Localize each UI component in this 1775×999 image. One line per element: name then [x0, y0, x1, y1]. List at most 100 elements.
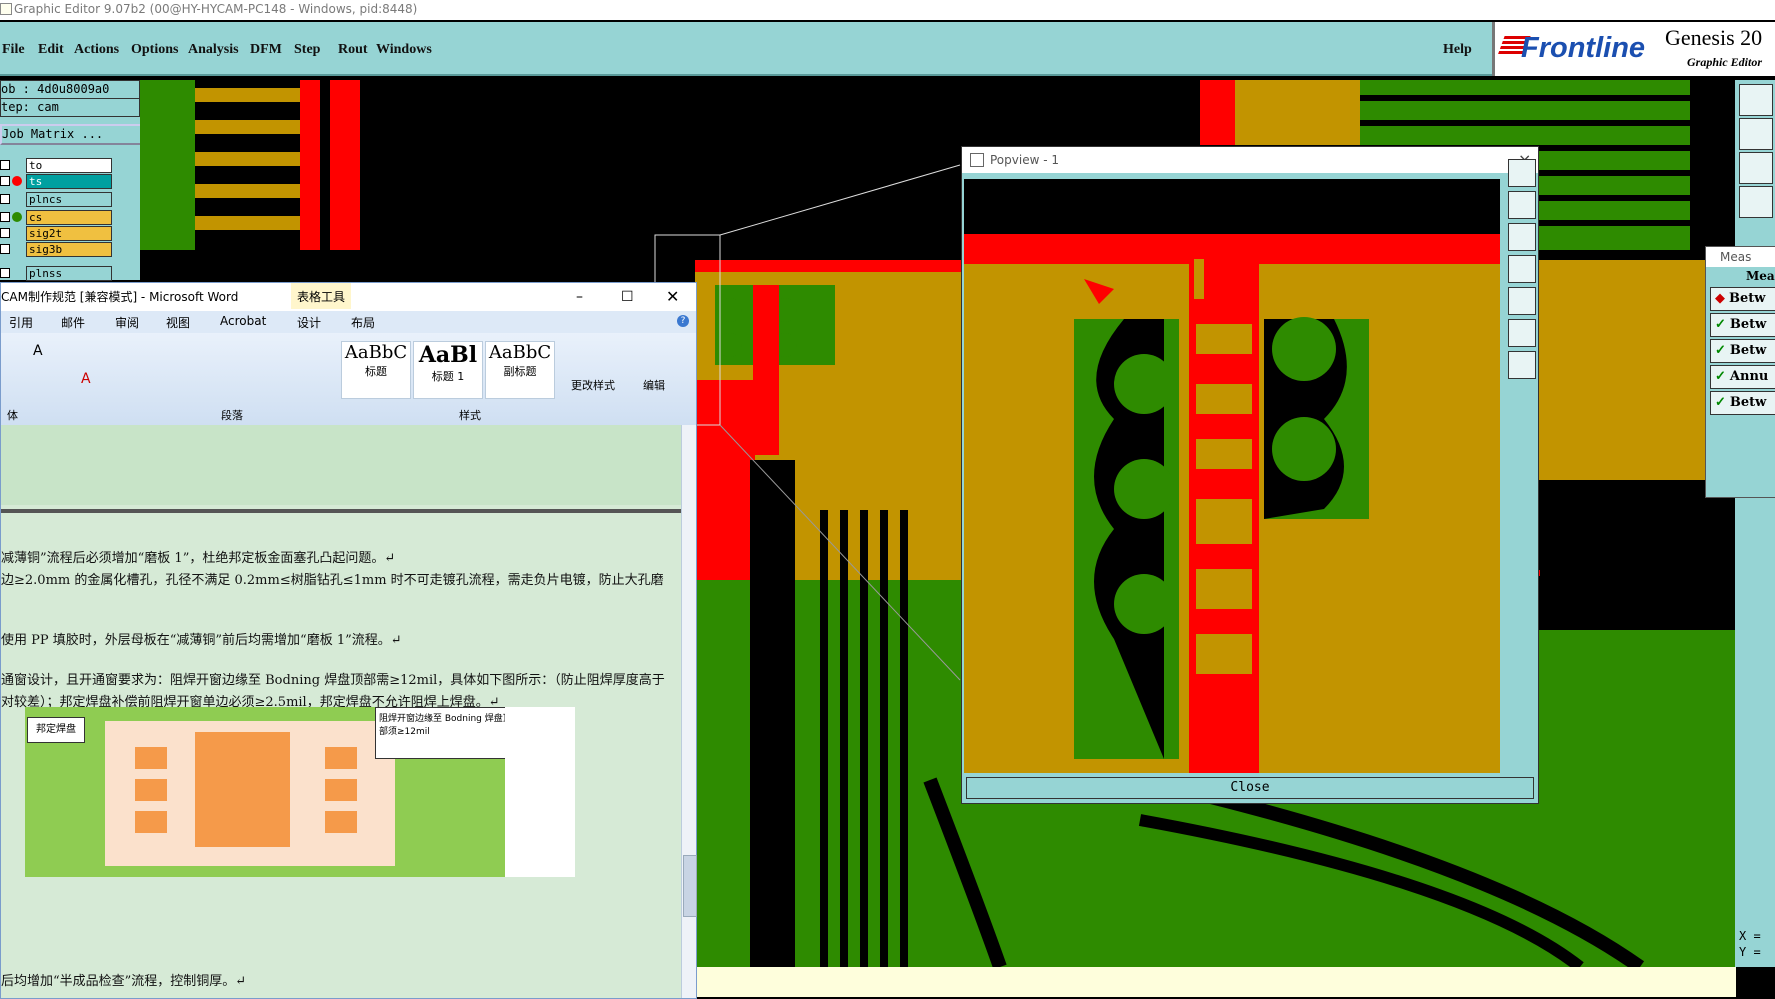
- layer-row[interactable]: to: [0, 158, 112, 173]
- popview-canvas[interactable]: [964, 179, 1500, 773]
- word-window: CAM制作规范 [兼容模式] - Microsoft Word 表格工具 – ☐…: [0, 282, 697, 999]
- zoom-in-icon[interactable]: [1508, 159, 1536, 187]
- menu-step[interactable]: Step: [294, 42, 320, 58]
- layer-checkbox[interactable]: [0, 212, 10, 222]
- job-matrix-button[interactable]: Job Matrix ...: [0, 124, 142, 145]
- layer-row[interactable]: sig3b: [0, 242, 112, 257]
- edit-button[interactable]: 编辑: [643, 377, 665, 393]
- minimize-icon[interactable]: –: [576, 283, 583, 311]
- doc-line: 边≥2.0mm 的金属化槽孔，孔径不满足 0.2mm≤树脂钻孔≤1mm 时不可走…: [1, 573, 664, 588]
- figure-label-left: 邦定焊盘: [27, 717, 85, 743]
- popview-title: Popview - 1: [990, 153, 1059, 167]
- style-title[interactable]: AaBbC 标题: [341, 341, 411, 399]
- pan-left-icon[interactable]: [1508, 255, 1536, 283]
- layer-row[interactable]: sig2t: [0, 226, 112, 241]
- menu-dfm[interactable]: DFM: [250, 42, 282, 58]
- popview-close-button[interactable]: Close: [966, 777, 1534, 799]
- style-heading1[interactable]: AaBl 标题 1: [413, 341, 483, 399]
- layer-name: to: [26, 158, 112, 173]
- measure-option[interactable]: ✓ Betw: [1710, 391, 1775, 415]
- toolbar-button[interactable]: [1739, 186, 1773, 218]
- doc-line: 后均增加“半成品检查”流程，控制铜厚。↵: [1, 974, 247, 989]
- center-icon[interactable]: [1508, 351, 1536, 379]
- pan-right-icon[interactable]: [1508, 287, 1536, 315]
- figure-pad: [325, 747, 357, 769]
- measure-panel: Meas Mea ◆ Betw ✓ Betw ✓ Betw ✓ Annu ✓ Betw: [1705, 246, 1775, 498]
- tab-design[interactable]: 设计: [297, 314, 321, 331]
- coord-x: X =: [1739, 929, 1761, 943]
- figure-margin: [505, 707, 575, 877]
- layer-checkbox[interactable]: [0, 160, 10, 170]
- window-titlebar: Graphic Editor 9.07b2 (00@HY-HYCAM-PC148…: [0, 0, 1775, 20]
- layer-row[interactable]: ts: [0, 174, 112, 189]
- tab-references[interactable]: 引用: [9, 314, 33, 331]
- popview-window: Popview - 1 × Close: [961, 146, 1539, 804]
- menu-analysis[interactable]: Analysis: [188, 42, 239, 58]
- layer-row[interactable]: plncs: [0, 192, 112, 207]
- layer-checkbox[interactable]: [0, 176, 10, 186]
- menu-rout[interactable]: Rout: [338, 42, 368, 58]
- product-name: Genesis 20: [1665, 25, 1763, 50]
- measure-title: Meas: [1706, 247, 1775, 267]
- zoom-out-icon[interactable]: [1508, 191, 1536, 219]
- menu-options[interactable]: Options: [131, 42, 178, 58]
- coord-y: Y =: [1739, 945, 1761, 959]
- layer-checkbox[interactable]: [0, 244, 10, 254]
- measure-option[interactable]: ✓ Betw: [1710, 313, 1775, 337]
- layer-name: sig3b: [26, 242, 112, 257]
- tab-review[interactable]: 审阅: [115, 314, 139, 331]
- layer-checkbox[interactable]: [0, 268, 10, 278]
- vertical-scrollbar[interactable]: [681, 425, 697, 998]
- pan-down-icon[interactable]: [1508, 223, 1536, 251]
- doc-line: 减薄铜”流程后必须增加“磨板 1”，杜绝邦定板金面塞孔凸起问题。↵: [1, 551, 396, 566]
- layer-name: plncs: [26, 192, 112, 207]
- figure-chip: [195, 732, 290, 847]
- change-styles-button[interactable]: 更改样式: [571, 377, 615, 393]
- layer-row[interactable]: plnss: [0, 266, 112, 281]
- menu-help[interactable]: Help: [1443, 42, 1472, 58]
- measure-header: Mea: [1746, 269, 1775, 283]
- close-icon[interactable]: ✕: [666, 283, 679, 311]
- tab-view[interactable]: 视图: [166, 314, 190, 331]
- tab-layout[interactable]: 布局: [351, 314, 375, 331]
- measure-option[interactable]: ◆ Betw: [1710, 287, 1775, 311]
- document-area[interactable]: 减薄铜”流程后必须增加“磨板 1”，杜绝邦定板金面塞孔凸起问题。↵ 边≥2.0m…: [1, 425, 681, 998]
- job-panel: ob : 4d0u8009a0 tep: cam Job Matrix ... …: [0, 80, 142, 281]
- layer-checkbox[interactable]: [0, 194, 10, 204]
- font-color-icon[interactable]: A: [81, 371, 91, 387]
- layer-checkbox[interactable]: [0, 228, 10, 238]
- tab-mailings[interactable]: 邮件: [61, 314, 85, 331]
- toolbar-button[interactable]: [1739, 152, 1773, 184]
- job-name: ob : 4d0u8009a0: [0, 80, 140, 99]
- product-subtitle: Graphic Editor: [1687, 55, 1763, 69]
- fit-icon[interactable]: [1508, 319, 1536, 347]
- menu-actions[interactable]: Actions: [74, 42, 119, 58]
- menu-edit[interactable]: Edit: [38, 42, 64, 58]
- word-context-tab[interactable]: 表格工具: [291, 283, 352, 309]
- measure-option[interactable]: ✓ Betw: [1710, 339, 1775, 363]
- scroll-thumb[interactable]: [683, 855, 697, 917]
- style-subtitle[interactable]: AaBbC 副标题: [485, 341, 555, 399]
- menu-windows[interactable]: Windows: [376, 42, 432, 58]
- coordinates: X = Y =: [1735, 925, 1775, 965]
- toolbar-button[interactable]: [1739, 84, 1773, 116]
- page-divider: [1, 509, 681, 513]
- diamond-icon: ◆: [1715, 291, 1725, 306]
- layer-row[interactable]: cs: [0, 210, 112, 225]
- help-icon[interactable]: ?: [677, 315, 689, 327]
- menu-file[interactable]: File: [2, 42, 25, 58]
- word-titlebar: CAM制作规范 [兼容模式] - Microsoft Word 表格工具 – ☐…: [1, 283, 696, 311]
- figure-label-right: 阻焊开窗边缘至 Bodning 焊盘顶部须≥12mil: [375, 707, 523, 759]
- ribbon: A A 体 段落 样式 AaBbC 标题 AaBl 标题 1 AaBbC 副标题…: [1, 333, 696, 426]
- figure-pad: [325, 779, 357, 801]
- measure-option[interactable]: ✓ Annu: [1710, 365, 1775, 389]
- logo-text: Frontline: [1521, 32, 1646, 64]
- maximize-icon[interactable]: ☐: [621, 283, 634, 311]
- figure-pad: [325, 811, 357, 833]
- grow-font-icon[interactable]: A: [33, 343, 43, 359]
- step-name: tep: cam: [0, 98, 140, 117]
- toolbar-button[interactable]: [1739, 118, 1773, 150]
- layer-name: sig2t: [26, 226, 112, 241]
- tab-acrobat[interactable]: Acrobat: [220, 314, 266, 328]
- popview-icon: [970, 153, 984, 167]
